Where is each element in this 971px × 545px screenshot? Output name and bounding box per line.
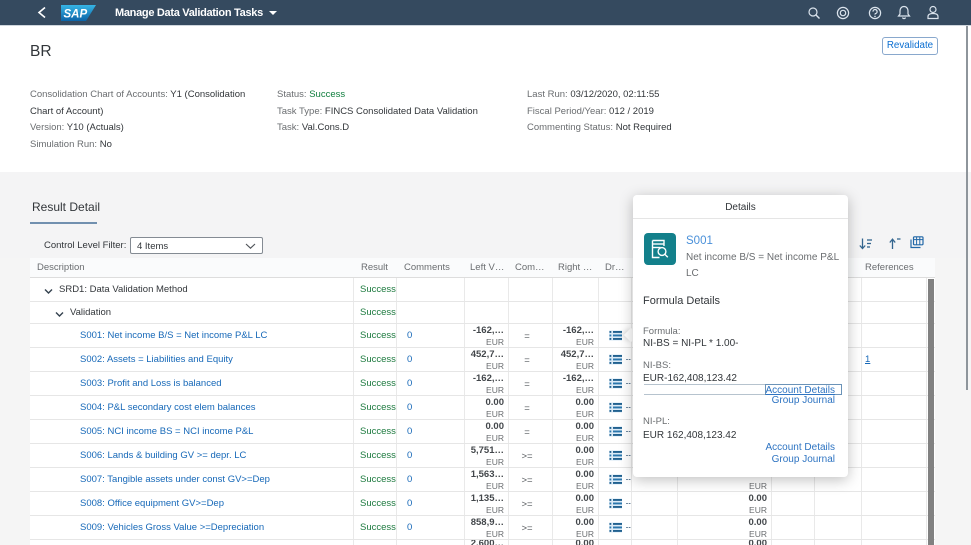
svg-text:SAP: SAP [64, 9, 88, 21]
